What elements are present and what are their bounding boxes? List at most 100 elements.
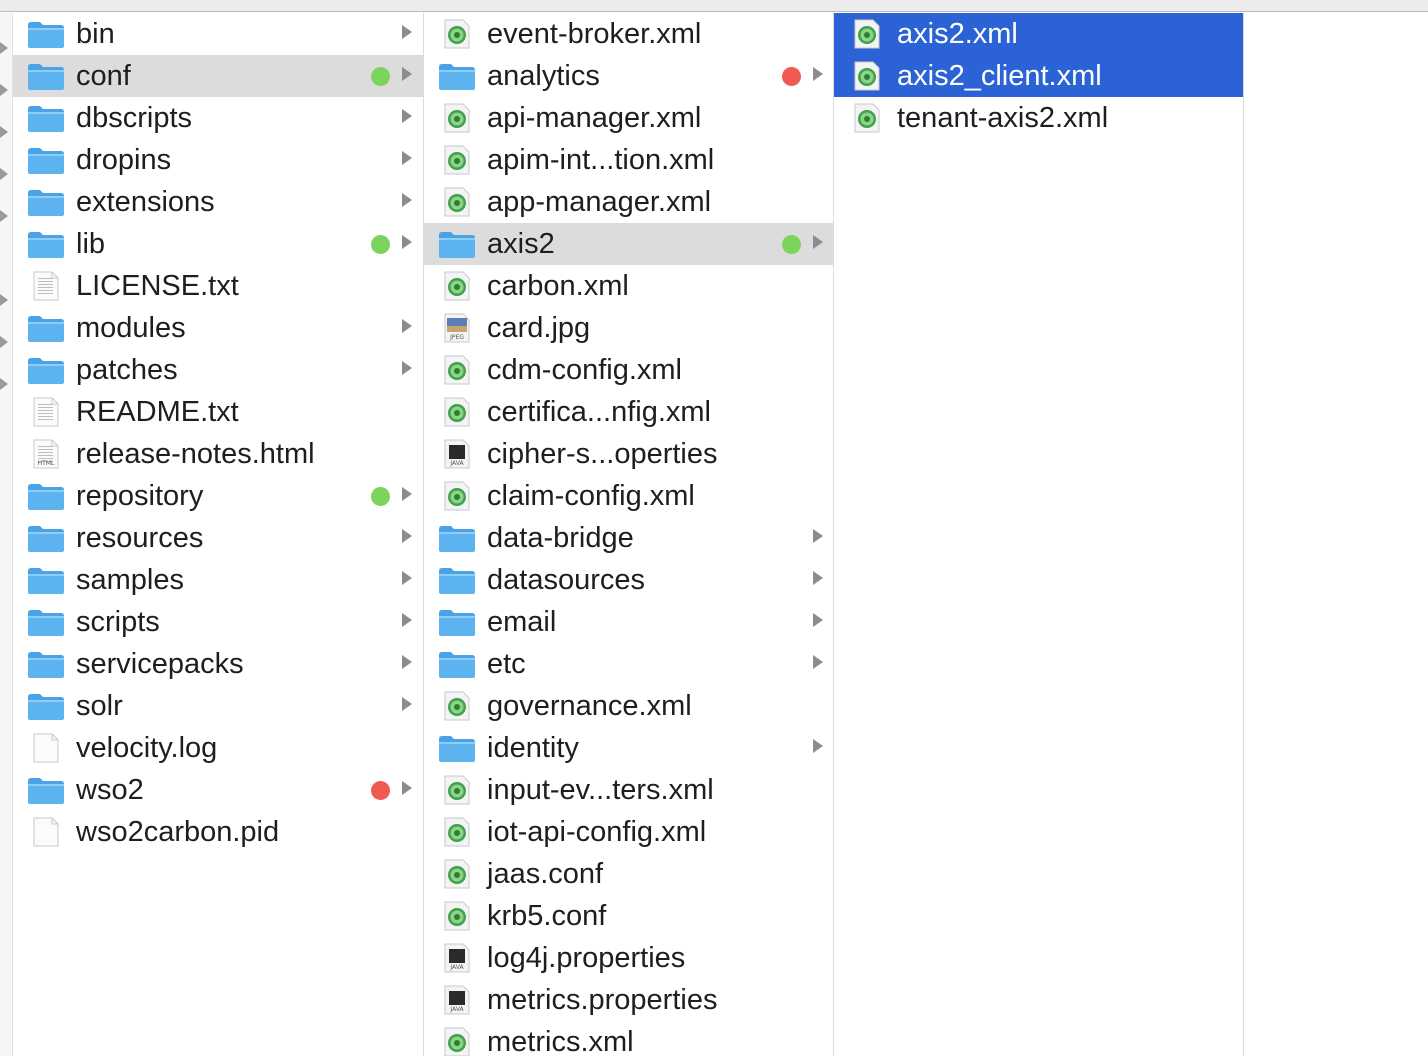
file-row[interactable]: event-broker.xml [424, 13, 833, 55]
file-row[interactable]: claim-config.xml [424, 475, 833, 517]
file-row[interactable]: JAVA log4j.properties [424, 937, 833, 979]
folder-row[interactable]: scripts [13, 601, 423, 643]
disclosure-arrow-icon[interactable] [402, 109, 412, 123]
file-row[interactable]: app-manager.xml [424, 181, 833, 223]
file-row[interactable]: governance.xml [424, 685, 833, 727]
folder-row[interactable]: solr [13, 685, 423, 727]
disclosure-arrow-icon[interactable] [813, 529, 823, 543]
folder-row[interactable]: analytics [424, 55, 833, 97]
disclosure-arrow-icon[interactable] [813, 571, 823, 585]
folder-row[interactable]: lib [13, 223, 423, 265]
finder-column-3[interactable]: axis2.xml axis2_client.xml tenant-axis2.xm… [834, 13, 1244, 1056]
file-row[interactable]: apim-int...tion.xml [424, 139, 833, 181]
file-row[interactable]: JAVA metrics.properties [424, 979, 833, 1021]
folder-row[interactable]: axis2 [424, 223, 833, 265]
file-row[interactable]: jaas.conf [424, 853, 833, 895]
folder-row[interactable]: identity [424, 727, 833, 769]
folder-icon [438, 523, 476, 553]
item-name: data-bridge [487, 522, 634, 554]
disclosure-arrow-icon[interactable] [402, 613, 412, 627]
file-row[interactable]: velocity.log [13, 727, 423, 769]
file-row[interactable]: cdm-config.xml [424, 349, 833, 391]
disclosure-arrow-icon[interactable] [813, 67, 823, 81]
disclosure-arrow-icon[interactable] [402, 67, 412, 81]
folder-icon [27, 313, 65, 343]
folder-row[interactable]: datasources [424, 559, 833, 601]
disclosure-arrow-icon[interactable] [402, 487, 412, 501]
file-row[interactable]: axis2_client.xml [834, 55, 1243, 97]
folder-row[interactable]: patches [13, 349, 423, 391]
finder-column-2[interactable]: event-broker.xml analytics api-manager.xml… [424, 13, 834, 1056]
folder-row[interactable]: etc [424, 643, 833, 685]
disclosure-arrow-icon[interactable] [402, 697, 412, 711]
red-tag-icon [371, 781, 390, 800]
folder-row[interactable]: extensions [13, 181, 423, 223]
item-name: servicepacks [76, 648, 244, 680]
disclosure-arrow-icon[interactable] [813, 655, 823, 669]
file-row[interactable]: input-ev...ters.xml [424, 769, 833, 811]
folder-icon [438, 607, 476, 637]
item-name: release-notes.html [76, 438, 315, 470]
disclosure-arrow-icon[interactable] [402, 25, 412, 39]
file-row[interactable]: README.txt [13, 391, 423, 433]
folder-row[interactable]: samples [13, 559, 423, 601]
folder-row[interactable]: wso2 [13, 769, 423, 811]
disclosure-arrow-icon[interactable] [402, 193, 412, 207]
disclosure-arrow-icon[interactable] [402, 361, 412, 375]
folder-icon [27, 19, 65, 49]
file-row[interactable]: LICENSE.txt [13, 265, 423, 307]
disclosure-arrow-icon[interactable] [813, 235, 823, 249]
file-row[interactable]: axis2.xml [834, 13, 1243, 55]
disclosure-arrow-icon[interactable] [402, 235, 412, 249]
item-name: extensions [76, 186, 215, 218]
html-file-icon: HTML [27, 439, 65, 469]
file-row[interactable]: api-manager.xml [424, 97, 833, 139]
folder-row[interactable]: repository [13, 475, 423, 517]
folder-row[interactable]: conf [13, 55, 423, 97]
previous-column-edge[interactable] [0, 13, 13, 1056]
blank-file-icon [27, 733, 65, 763]
folder-row[interactable]: bin [13, 13, 423, 55]
folder-row[interactable]: data-bridge [424, 517, 833, 559]
file-row[interactable]: tenant-axis2.xml [834, 97, 1243, 139]
green-tag-icon [782, 235, 801, 254]
disclosure-arrow-icon[interactable] [402, 319, 412, 333]
folder-row[interactable]: dropins [13, 139, 423, 181]
file-row[interactable]: wso2carbon.pid [13, 811, 423, 853]
item-name: metrics.xml [487, 1026, 634, 1056]
folder-icon [27, 607, 65, 637]
item-name: dbscripts [76, 102, 193, 134]
item-name: modules [76, 312, 186, 344]
file-row[interactable]: HTML release-notes.html [13, 433, 423, 475]
folder-row[interactable]: email [424, 601, 833, 643]
folder-icon [438, 61, 476, 91]
file-type-badge: JAVA [450, 1006, 464, 1013]
disclosure-arrow-icon[interactable] [813, 739, 823, 753]
file-row[interactable]: carbon.xml [424, 265, 833, 307]
folder-row[interactable]: dbscripts [13, 97, 423, 139]
disclosure-arrow-icon[interactable] [402, 571, 412, 585]
folder-icon [27, 145, 65, 175]
disclosure-arrow-icon[interactable] [402, 655, 412, 669]
file-row[interactable]: certifica...nfig.xml [424, 391, 833, 433]
finder-column-1[interactable]: bin conf dbscripts dropins extensions lib LICE… [13, 13, 424, 1056]
disclosure-arrow-icon[interactable] [402, 529, 412, 543]
file-row[interactable]: krb5.conf [424, 895, 833, 937]
file-row[interactable]: JPEG card.jpg [424, 307, 833, 349]
folder-row[interactable]: modules [13, 307, 423, 349]
disclosure-arrow-icon[interactable] [402, 151, 412, 165]
item-name: cdm-config.xml [487, 354, 682, 386]
disclosure-arrow-icon[interactable] [813, 613, 823, 627]
item-name: axis2.xml [897, 18, 1018, 50]
folder-row[interactable]: resources [13, 517, 423, 559]
jpeg-file-icon: JPEG [438, 313, 476, 343]
item-name: log4j.properties [487, 942, 686, 974]
folder-icon [27, 691, 65, 721]
file-row[interactable]: iot-api-config.xml [424, 811, 833, 853]
item-name: axis2 [487, 228, 555, 260]
text-file-icon [27, 397, 65, 427]
file-row[interactable]: JAVA cipher-s...operties [424, 433, 833, 475]
disclosure-arrow-icon[interactable] [402, 781, 412, 795]
file-row[interactable]: metrics.xml [424, 1021, 833, 1056]
folder-row[interactable]: servicepacks [13, 643, 423, 685]
